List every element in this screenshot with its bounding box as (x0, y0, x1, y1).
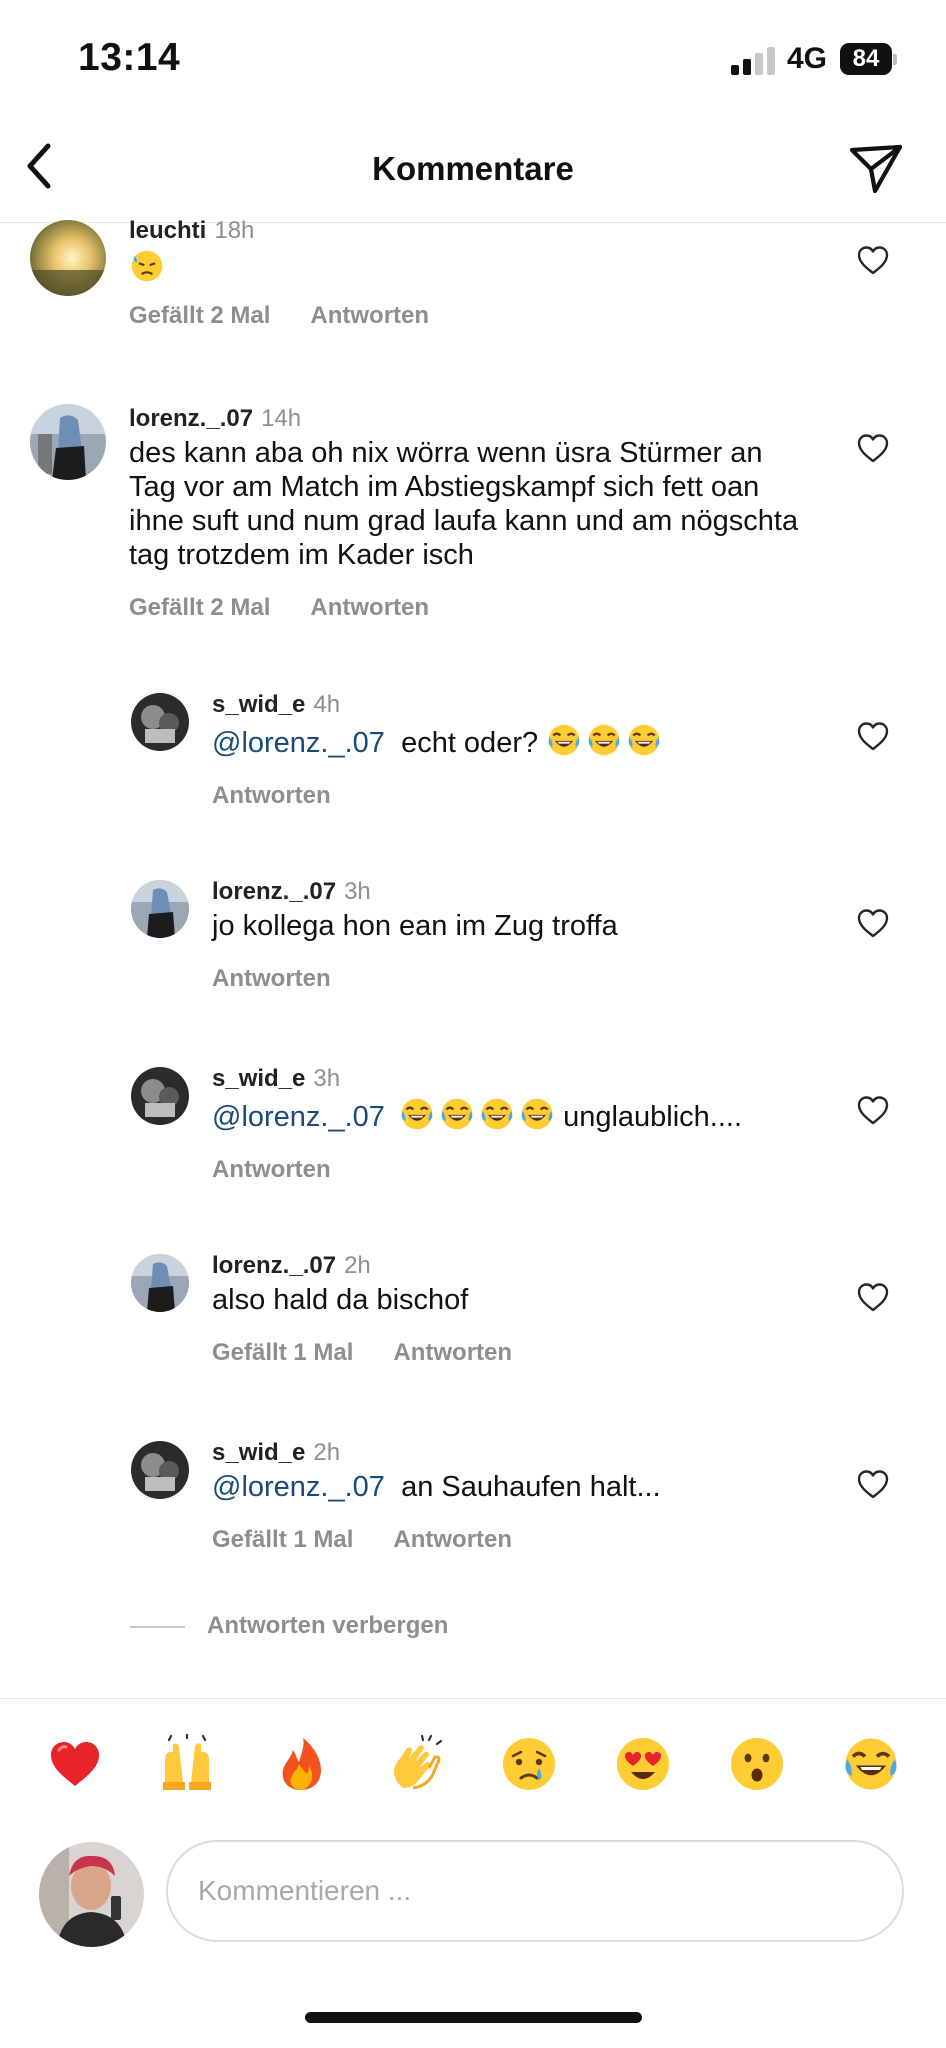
reply-button[interactable]: Antworten (212, 782, 331, 809)
reply-message: echt oder? (401, 727, 539, 759)
comment-username[interactable]: leuchti (129, 217, 206, 244)
comment-item: lorenz._.07 14h des kann aba oh nix wörra… (0, 396, 946, 626)
reply-text: @lorenz._.07 echt oder? (212, 722, 832, 760)
send-icon[interactable] (846, 138, 906, 198)
tears-of-joy-icon (399, 1096, 435, 1132)
tears-of-joy-icon (519, 1096, 555, 1132)
heart-icon[interactable] (856, 907, 890, 939)
reply-button[interactable]: Antworten (393, 1339, 512, 1366)
raising-hands-icon[interactable] (157, 1734, 217, 1794)
avatar[interactable] (131, 1067, 189, 1125)
heart-icon[interactable] (856, 1094, 890, 1126)
comment-input[interactable] (166, 1840, 904, 1942)
reply-button[interactable]: Antworten (212, 1156, 331, 1183)
reply-text: @lorenz._.07 an Sauhaufen halt... (212, 1470, 832, 1504)
battery-level: 84 (840, 43, 892, 75)
reply-item: s_wid_e 4h @lorenz._.07 echt oder? Antwor… (0, 686, 946, 816)
status-bar: 13:14 4G 84 (0, 0, 946, 110)
comment-time: 14h (261, 405, 302, 432)
heart-icon[interactable] (856, 432, 890, 464)
reply-item: s_wid_e 2h @lorenz._.07 an Sauhaufen halt… (0, 1434, 946, 1564)
home-indicator[interactable] (305, 2012, 642, 2023)
reply-button[interactable]: Antworten (310, 594, 429, 621)
comment-username[interactable]: lorenz._.07 (129, 405, 253, 432)
likes-count[interactable]: Gefällt 1 Mal (212, 1339, 353, 1366)
avatar (39, 1842, 144, 1947)
heart-eyes-face-icon[interactable] (613, 1734, 673, 1794)
reply-username[interactable]: lorenz._.07 (212, 1252, 336, 1279)
avatar[interactable] (131, 693, 189, 751)
downcast-face-with-sweat-icon (131, 250, 163, 282)
mention-link[interactable]: @lorenz._.07 (212, 1101, 385, 1133)
mention-link[interactable]: @lorenz._.07 (212, 727, 385, 759)
status-time: 13:14 (78, 36, 181, 79)
tears-of-joy-icon (546, 722, 582, 758)
comment-text: des kann aba oh nix wörra wenn üsra Stür… (129, 437, 799, 571)
page-title: Kommentare (372, 150, 574, 187)
heart-icon[interactable] (856, 244, 890, 276)
reply-username[interactable]: s_wid_e (212, 1439, 305, 1466)
likes-count[interactable]: Gefällt 2 Mal (129, 302, 270, 329)
avatar[interactable] (131, 1254, 189, 1312)
reply-username[interactable]: lorenz._.07 (212, 878, 336, 905)
reply-item: lorenz._.07 3h jo kollega hon ean im Zug … (0, 873, 946, 1003)
tears-of-joy-icon (626, 722, 662, 758)
tears-of-joy-face-icon[interactable] (841, 1734, 901, 1794)
surprised-face-icon[interactable] (727, 1734, 787, 1794)
reply-username[interactable]: s_wid_e (212, 691, 305, 718)
reply-message: an Sauhaufen halt... (401, 1471, 661, 1503)
tears-of-joy-icon (586, 722, 622, 758)
crying-face-icon[interactable] (499, 1734, 559, 1794)
reply-message: unglaublich.... (563, 1101, 743, 1133)
reply-text: also hald da bischof (212, 1284, 469, 1316)
reply-time: 2h (344, 1252, 371, 1279)
heart-icon[interactable] (856, 1468, 890, 1500)
heart-icon[interactable] (856, 720, 890, 752)
reply-time: 3h (344, 878, 371, 905)
avatar[interactable] (131, 880, 189, 938)
quick-reactions-bar (0, 1730, 946, 1800)
reply-item: s_wid_e 3h @lorenz._.07 unglaublich.... A… (0, 1060, 946, 1190)
fire-icon[interactable] (271, 1734, 331, 1794)
reply-text: jo kollega hon ean im Zug troffa (212, 910, 618, 942)
reply-button[interactable]: Antworten (393, 1526, 512, 1553)
heart-icon[interactable] (856, 1281, 890, 1313)
avatar[interactable] (131, 1441, 189, 1499)
comment-time: 18h (214, 217, 255, 244)
comment-item: leuchti 18h Gefällt 2 Mal Antworten (0, 200, 946, 340)
reply-time: 3h (313, 1065, 341, 1092)
reply-button[interactable]: Antworten (310, 302, 429, 329)
clapping-hands-icon[interactable] (385, 1734, 445, 1794)
reply-username[interactable]: s_wid_e (212, 1065, 305, 1092)
divider (0, 1698, 946, 1699)
reply-text: @lorenz._.07 unglaublich.... (212, 1096, 832, 1134)
avatar[interactable] (30, 404, 106, 480)
reply-time: 4h (313, 691, 341, 718)
hide-replies-label: Antworten verbergen (207, 1612, 449, 1639)
battery-icon: 84 (840, 43, 898, 75)
reply-item: lorenz._.07 2h also hald da bischof Gefäl… (0, 1247, 946, 1377)
tears-of-joy-icon (479, 1096, 515, 1132)
red-heart-icon[interactable] (45, 1734, 105, 1794)
cellular-signal-icon (731, 45, 777, 75)
reply-time: 2h (313, 1439, 341, 1466)
avatar[interactable] (30, 220, 106, 296)
likes-count[interactable]: Gefällt 2 Mal (129, 594, 270, 621)
likes-count[interactable]: Gefällt 1 Mal (212, 1526, 353, 1553)
hide-replies-line (130, 1626, 185, 1628)
tears-of-joy-icon (439, 1096, 475, 1132)
mention-link[interactable]: @lorenz._.07 (212, 1471, 385, 1503)
comment-text (129, 248, 829, 286)
reply-button[interactable]: Antworten (212, 965, 331, 992)
network-type: 4G (787, 42, 828, 75)
